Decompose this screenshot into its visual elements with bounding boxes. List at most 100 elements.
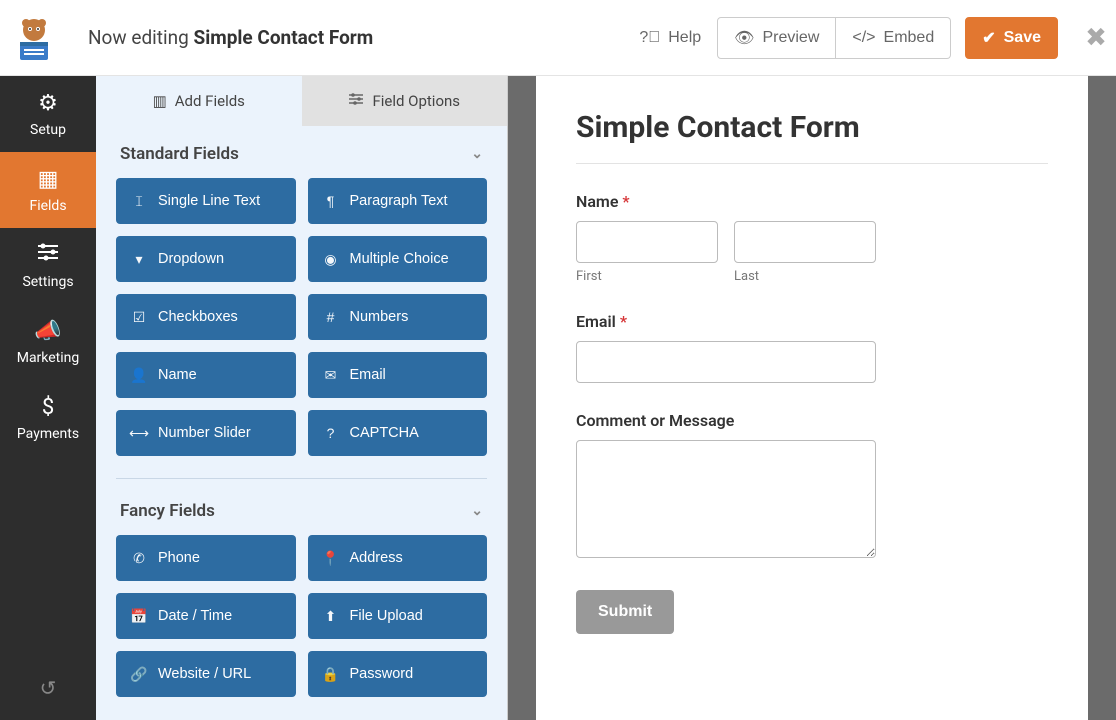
field-fancy-website-url[interactable]: 🔗Website / URL	[116, 651, 296, 697]
form-name[interactable]: Simple Contact Form	[194, 26, 374, 49]
email-label: Email*	[576, 312, 1048, 331]
field-std-email[interactable]: ✉Email	[308, 352, 488, 398]
preview-button[interactable]: 👁 Preview	[717, 17, 836, 59]
field-btn-label: Email	[350, 367, 386, 383]
field-name[interactable]: Name* First Last	[576, 192, 1048, 284]
field-email[interactable]: Email*	[576, 312, 1048, 383]
field-btn-label: Phone	[158, 550, 200, 566]
field-fancy-address[interactable]: 📍Address	[308, 535, 488, 581]
last-sublabel: Last	[734, 269, 876, 284]
bear-logo-icon	[10, 14, 58, 62]
phone-icon: ✆	[130, 550, 148, 567]
submit-button[interactable]: Submit	[576, 590, 674, 634]
field-std-multiple-choice[interactable]: ◉ Multiple Choice	[308, 236, 488, 282]
fields-panel: ▥ Add Fields Field Options Standard Fiel…	[96, 76, 508, 720]
help-button[interactable]: ?⃝ Help	[623, 17, 717, 59]
form-preview: Simple Contact Form Name* First Last	[536, 76, 1088, 720]
nav-payments-label: Payments	[17, 426, 79, 442]
paragraph-text-icon: ¶	[322, 193, 340, 209]
fancy-fields-label: Fancy Fields	[120, 501, 215, 521]
field-std-checkboxes[interactable]: ☑Checkboxes	[116, 294, 296, 340]
save-button[interactable]: ✔ Save	[965, 17, 1058, 59]
field-btn-label: Dropdown	[158, 251, 224, 267]
field-btn-label: Date / Time	[158, 608, 232, 624]
check-icon: ✔	[982, 28, 995, 48]
options-icon	[348, 92, 364, 110]
single-line-text-icon: 𝙸	[130, 193, 148, 210]
nav-settings[interactable]: Settings	[0, 228, 96, 304]
embed-button[interactable]: </> Embed	[836, 17, 951, 59]
tab-add-fields[interactable]: ▥ Add Fields	[96, 76, 302, 126]
standard-fields-label: Standard Fields	[120, 144, 239, 164]
nav-settings-label: Settings	[22, 274, 73, 290]
captcha-icon: ?	[322, 425, 340, 441]
chevron-down-icon: ⌄	[471, 503, 483, 519]
code-icon: </>	[852, 29, 875, 47]
standard-fields-header[interactable]: Standard Fields ⌄	[96, 126, 507, 178]
form-title[interactable]: Simple Contact Form	[576, 110, 1048, 164]
required-mark: *	[622, 192, 629, 211]
tab-field-options[interactable]: Field Options	[302, 76, 508, 126]
nav-setup[interactable]: ⚙ Setup	[0, 76, 96, 152]
fancy-fields-grid: ✆ Phone 📍Address 📅 Date / Time ⬆File Upload 🔗W…	[96, 535, 507, 697]
message-textarea[interactable]	[576, 440, 876, 558]
close-button[interactable]: ✖	[1076, 23, 1116, 53]
field-fancy-phone[interactable]: ✆ Phone	[116, 535, 296, 581]
field-fancy-password[interactable]: 🔒 Password	[308, 651, 488, 697]
name-icon: 👤	[130, 367, 148, 384]
panel-tabs: ▥ Add Fields Field Options	[96, 76, 507, 126]
chevron-down-icon: ⌄	[471, 146, 483, 162]
nav-fields[interactable]: ▦ Fields	[0, 152, 96, 228]
preview-canvas-wrap: Simple Contact Form Name* First Last	[508, 76, 1116, 720]
help-label: Help	[668, 29, 701, 47]
editing-prefix: Now editing	[88, 26, 189, 49]
field-std-name[interactable]: 👤 Name	[116, 352, 296, 398]
date-time-icon: 📅	[130, 608, 148, 625]
field-std-paragraph-text[interactable]: ¶Paragraph Text	[308, 178, 488, 224]
field-btn-label: Website / URL	[158, 666, 251, 682]
multiple-choice-icon: ◉	[322, 251, 340, 268]
field-fancy-file-upload[interactable]: ⬆File Upload	[308, 593, 488, 639]
nav-history[interactable]: ↺	[0, 656, 96, 720]
field-btn-label: Name	[158, 367, 197, 383]
nav-marketing-label: Marketing	[17, 350, 80, 366]
sidebar-nav: ⚙ Setup ▦ Fields Settings 📣 Marketing $ …	[0, 76, 96, 720]
required-mark: *	[620, 312, 627, 331]
first-sublabel: First	[576, 269, 718, 284]
last-name-input[interactable]	[734, 221, 876, 263]
eye-icon: 👁	[734, 28, 754, 48]
nav-marketing[interactable]: 📣 Marketing	[0, 304, 96, 380]
save-label: Save	[1004, 29, 1041, 47]
field-btn-label: Password	[350, 666, 414, 682]
first-name-input[interactable]	[576, 221, 718, 263]
fancy-fields-header[interactable]: Fancy Fields ⌄	[96, 483, 507, 535]
name-label-text: Name	[576, 192, 618, 211]
embed-label: Embed	[884, 29, 935, 47]
field-btn-label: File Upload	[350, 608, 423, 624]
field-std-numbers[interactable]: #Numbers	[308, 294, 488, 340]
dropdown-icon: ▾	[130, 251, 148, 268]
field-std-dropdown[interactable]: ▾ Dropdown	[116, 236, 296, 282]
field-btn-label: Multiple Choice	[350, 251, 449, 267]
field-message[interactable]: Comment or Message	[576, 411, 1048, 562]
bullhorn-icon: 📣	[34, 319, 61, 344]
history-icon: ↺	[40, 676, 57, 700]
numbers-icon: #	[322, 309, 340, 325]
message-label: Comment or Message	[576, 411, 1048, 430]
password-icon: 🔒	[322, 666, 340, 683]
field-fancy-date-time[interactable]: 📅 Date / Time	[116, 593, 296, 639]
tab-add-label: Add Fields	[175, 92, 245, 110]
standard-fields-grid: 𝙸Single Line Text ¶Paragraph Text ▾ Dropdow…	[96, 178, 507, 456]
preview-embed-group: 👁 Preview </> Embed	[717, 17, 951, 59]
section-divider	[116, 478, 487, 479]
field-std-single-line-text[interactable]: 𝙸Single Line Text	[116, 178, 296, 224]
email-input[interactable]	[576, 341, 876, 383]
field-btn-label: CAPTCHA	[350, 425, 419, 441]
email-label-text: Email	[576, 312, 616, 331]
close-icon: ✖	[1085, 23, 1107, 53]
tab-options-label: Field Options	[372, 92, 460, 110]
nav-setup-label: Setup	[30, 122, 66, 138]
field-std-captcha[interactable]: ? CAPTCHA	[308, 410, 488, 456]
nav-payments[interactable]: $ Payments	[0, 380, 96, 456]
field-std-number-slider[interactable]: ⟷Number Slider	[116, 410, 296, 456]
